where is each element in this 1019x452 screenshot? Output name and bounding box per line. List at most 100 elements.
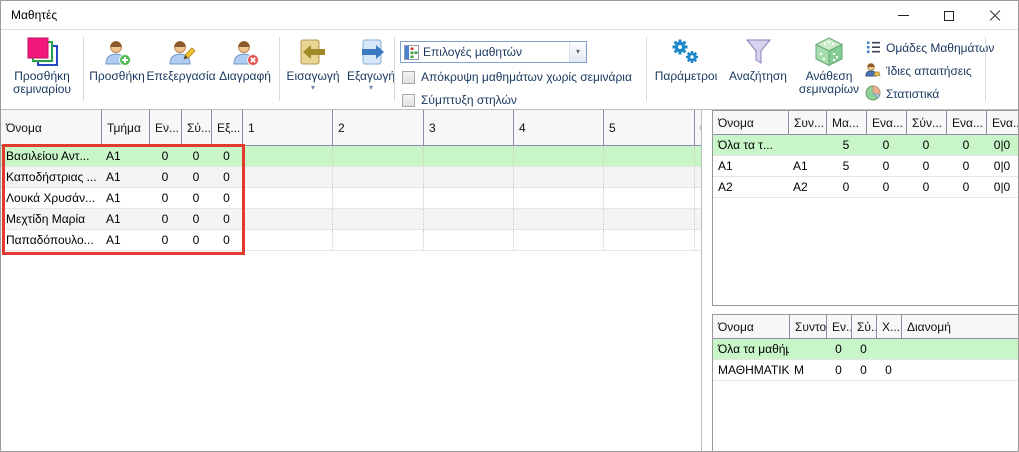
close-button[interactable] (972, 1, 1018, 30)
courses-summary-table: Όνομα Συντο... Εν... Σύ... Χ... Διανομή … (712, 314, 1019, 452)
add-seminar-button[interactable]: Προσθήκη σεμιναρίου (3, 34, 81, 96)
column-header-6[interactable]: 6 (694, 110, 701, 146)
class-row[interactable]: Α2 Α2 0 0 0 0 0|0 (713, 177, 1018, 198)
class-name: Α1 (713, 156, 788, 176)
column-header-ma[interactable]: Μα... (826, 111, 866, 135)
search-label: Αναζήτηση (729, 70, 787, 83)
course-groups-label: Ομάδες Μαθημάτων (886, 42, 994, 55)
student-row[interactable]: Μεχτίδη Μαρία Α1 0 0 0 (1, 209, 701, 230)
maximize-button[interactable] (926, 1, 972, 30)
course-short: Μ (789, 360, 826, 380)
delete-student-button[interactable]: Διαγραφή (216, 34, 274, 83)
course-short (789, 339, 826, 359)
export-dropdown-icon[interactable]: ▾ (369, 84, 373, 92)
course-distribution (901, 339, 1018, 359)
column-header-ena[interactable]: Ενα... (866, 111, 906, 135)
same-requirements-label: Ίδιες απαιτήσεις (886, 65, 972, 78)
maximize-icon (944, 11, 954, 21)
class-row[interactable]: Α1 Α1 5 0 0 0 0|0 (713, 156, 1018, 177)
import-button[interactable]: Εισαγωγή ▾ (284, 34, 342, 92)
empty-cell (603, 230, 694, 250)
empty-cell (603, 146, 694, 166)
empty-cell (603, 188, 694, 208)
student-options-dropdown[interactable]: Επιλογές μαθητών ▾ (400, 41, 587, 63)
class-row[interactable]: Όλα τα τ... 5 0 0 0 0|0 (713, 135, 1018, 156)
collapse-columns-label: Σύμπτυξη στηλών (421, 93, 517, 107)
export-button[interactable]: Εξαγωγή ▾ (344, 34, 398, 92)
add-student-button[interactable]: Προσθήκη (88, 34, 146, 83)
column-header-en[interactable]: Εν... (826, 315, 851, 339)
class-value: 0|0 (986, 177, 1018, 197)
empty-cell (242, 188, 332, 208)
course-name: Όλα τα μαθήμ... (713, 339, 789, 359)
funnel-icon (743, 34, 773, 70)
student-row[interactable]: Λουκά Χρυσάν... Α1 0 0 0 (1, 188, 701, 209)
column-header-dianomi[interactable]: Διανομή (901, 315, 1018, 339)
column-header-1[interactable]: 1 (242, 110, 332, 146)
student-row[interactable]: Καποδήστριας ... Α1 0 0 0 (1, 167, 701, 188)
column-header-sy[interactable]: Σύ... (851, 315, 876, 339)
course-row[interactable]: Όλα τα μαθήμ... 0 0 (713, 339, 1018, 360)
edit-student-button[interactable]: Επεξεργασία (148, 34, 214, 83)
export-label: Εξαγωγή (347, 70, 395, 83)
parameters-button[interactable]: Παράμετροι (651, 34, 721, 83)
search-button[interactable]: Αναζήτηση (723, 34, 793, 83)
gears-icon (670, 34, 702, 70)
students-table: Όνομα Τμήμα Εν... Σύ... Εξ... 1 2 3 4 5 … (1, 110, 702, 452)
empty-cell (423, 167, 513, 187)
person-plus-icon (102, 34, 132, 70)
parameters-label: Παράμετροι (655, 70, 718, 83)
column-header-syn2[interactable]: Σύν... (906, 111, 946, 135)
empty-cell (694, 209, 701, 229)
assign-seminars-button[interactable]: Ανάθεση σεμιναρίων (795, 34, 863, 96)
students-table-header: Όνομα Τμήμα Εν... Σύ... Εξ... 1 2 3 4 5 … (1, 110, 701, 146)
column-header-ena2[interactable]: Ενα... (946, 111, 986, 135)
column-header-x[interactable]: Χ... (876, 315, 901, 339)
same-requirements-button[interactable]: Ίδιες απαιτήσεις (865, 61, 972, 81)
column-header-3[interactable]: 3 (423, 110, 513, 146)
column-header-en[interactable]: Εν... (149, 110, 181, 146)
empty-cell (694, 146, 701, 166)
column-header-synto[interactable]: Συντο... (789, 315, 826, 339)
import-dropdown-icon[interactable]: ▾ (311, 84, 315, 92)
empty-cell (423, 209, 513, 229)
column-header-class[interactable]: Τμήμα (101, 110, 149, 146)
student-value: 0 (181, 230, 211, 250)
toolbar-separator (83, 37, 84, 101)
course-row[interactable]: ΜΑΘΗΜΑΤΙΚΑ Μ 0 0 0 (713, 360, 1018, 381)
collapse-columns-checkbox[interactable] (402, 94, 415, 107)
empty-cell (332, 230, 423, 250)
empty-cell (242, 230, 332, 250)
course-groups-button[interactable]: Ομάδες Μαθημάτων (865, 38, 994, 58)
person-pencil-icon (166, 34, 196, 70)
column-header-name[interactable]: Όνομα (713, 315, 789, 339)
window-controls (880, 1, 1018, 30)
column-header-2[interactable]: 2 (332, 110, 423, 146)
minimize-button[interactable] (880, 1, 926, 30)
column-header-name[interactable]: Όνομα (713, 111, 788, 135)
class-value: 0 (946, 135, 986, 155)
column-header-syn[interactable]: Συν... (788, 111, 826, 135)
add-student-label: Προσθήκη (89, 70, 145, 83)
column-header-4[interactable]: 4 (513, 110, 603, 146)
column-header-name[interactable]: Όνομα (1, 110, 101, 146)
column-header-ex[interactable]: Εξ... (211, 110, 242, 146)
column-header-ena3[interactable]: Ενα... (986, 111, 1018, 135)
class-short (788, 135, 826, 155)
close-icon (989, 10, 1001, 22)
student-row[interactable]: Παπαδόπουλο... Α1 0 0 0 (1, 230, 701, 251)
student-name: Μεχτίδη Μαρία (1, 209, 101, 229)
column-header-sy[interactable]: Σύ... (181, 110, 211, 146)
statistics-button[interactable]: Στατιστικά (865, 84, 939, 104)
empty-cell (332, 209, 423, 229)
hide-courses-checkbox[interactable] (402, 71, 415, 84)
empty-cell (513, 209, 603, 229)
pie-chart-icon (865, 85, 881, 104)
export-icon (355, 34, 387, 70)
student-name: Παπαδόπουλο... (1, 230, 101, 250)
student-row[interactable]: Βασιλείου Αντ... Α1 0 0 0 (1, 146, 701, 167)
dropdown-arrow-button[interactable]: ▾ (569, 42, 586, 62)
column-header-5[interactable]: 5 (603, 110, 694, 146)
person-icon (865, 62, 881, 81)
empty-cell (423, 230, 513, 250)
